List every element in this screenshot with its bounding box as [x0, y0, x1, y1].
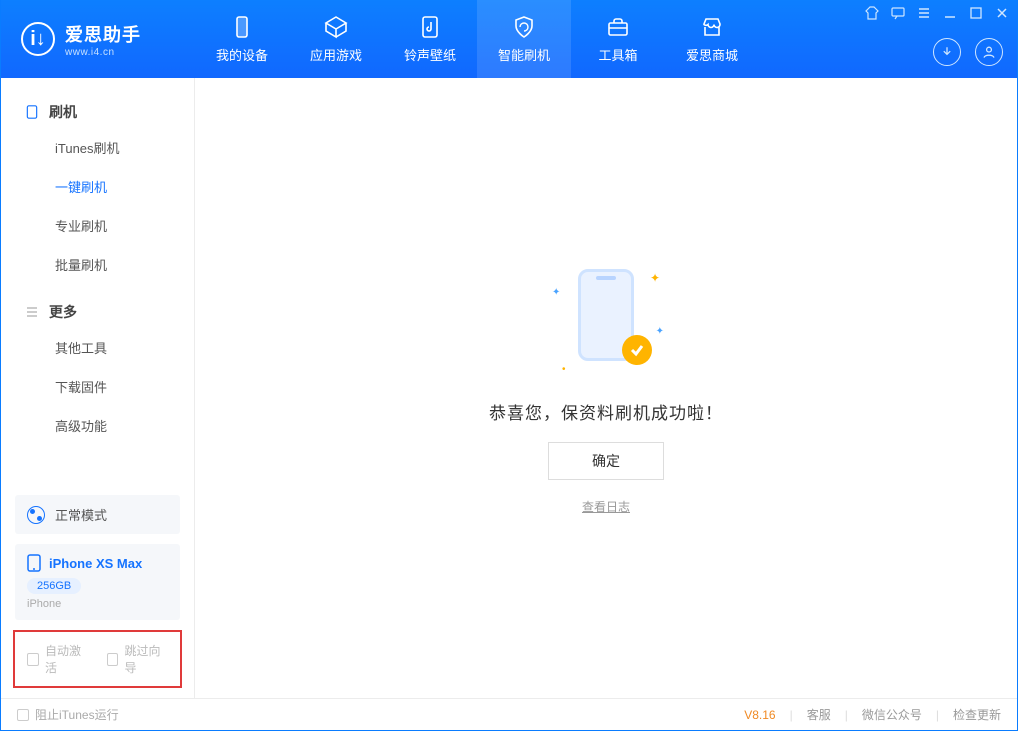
tab-label: 工具箱	[598, 45, 637, 64]
sidebar-head-label: 更多	[49, 302, 77, 322]
tab-apps-games[interactable]: 应用游戏	[289, 0, 383, 78]
download-button[interactable]	[933, 38, 961, 66]
shirt-icon[interactable]	[865, 6, 879, 20]
device-card[interactable]: iPhone XS Max 256GB iPhone	[15, 544, 180, 620]
sidebar-item-advanced[interactable]: 高级功能	[1, 406, 194, 445]
tab-my-device[interactable]: 我的设备	[195, 0, 289, 78]
window-controls	[865, 6, 1009, 20]
sidebar-head-flash: 刷机	[1, 96, 194, 128]
checkbox-box	[17, 709, 29, 721]
tab-label: 铃声壁纸	[404, 45, 456, 64]
checkbox-label: 自动激活	[45, 642, 89, 676]
logo-zone: i↓ 爱思助手 www.i4.cn	[1, 0, 195, 78]
sparkle-icon: •	[562, 364, 566, 375]
tab-store[interactable]: 爱思商城	[665, 0, 759, 78]
customer-service-link[interactable]: 客服	[807, 706, 831, 723]
wechat-link[interactable]: 微信公众号	[862, 706, 922, 723]
logo-text: 爱思助手 www.i4.cn	[65, 21, 141, 58]
checkbox-box	[27, 653, 39, 666]
success-illustration: ✦ ✦ ✦ •	[546, 261, 666, 381]
checkbox-box	[107, 653, 119, 666]
main-pane: ✦ ✦ ✦ • 恭喜您，保资料刷机成功啦！ 确定 查看日志	[195, 78, 1017, 698]
ok-button[interactable]: 确定	[548, 442, 664, 480]
device-name: iPhone XS Max	[49, 556, 142, 571]
device-type: iPhone	[27, 598, 168, 610]
checkbox-skip-guide[interactable]: 跳过向导	[107, 642, 169, 676]
app-name: 爱思助手	[65, 21, 141, 47]
success-message: 恭喜您，保资料刷机成功啦！	[489, 399, 723, 424]
mode-icon	[27, 506, 45, 524]
check-badge-icon	[622, 335, 652, 365]
mode-card[interactable]: 正常模式	[15, 495, 180, 534]
phone-icon	[230, 15, 254, 39]
sidebar-item-batch-flash[interactable]: 批量刷机	[1, 245, 194, 284]
sidebar-item-other-tools[interactable]: 其他工具	[1, 328, 194, 367]
app-url: www.i4.cn	[65, 47, 141, 58]
sparkle-icon: ✦	[552, 287, 560, 298]
header-right-actions	[933, 38, 1003, 66]
checkbox-label: 跳过向导	[124, 642, 168, 676]
menu-icon[interactable]	[917, 6, 931, 20]
sparkle-icon: ✦	[656, 326, 664, 337]
toolbox-icon	[606, 15, 630, 39]
sidebar-item-download-fw[interactable]: 下载固件	[1, 367, 194, 406]
tab-smart-flash[interactable]: 智能刷机	[477, 0, 571, 78]
store-icon	[700, 15, 724, 39]
sparkle-icon: ✦	[650, 271, 660, 285]
minimize-button[interactable]	[943, 6, 957, 20]
sidebar-bottom: 正常模式 iPhone XS Max 256GB iPhone 自动激活	[1, 495, 194, 698]
cube-icon	[324, 15, 348, 39]
maximize-button[interactable]	[969, 6, 983, 20]
account-button[interactable]	[975, 38, 1003, 66]
sidebar-item-pro-flash[interactable]: 专业刷机	[1, 206, 194, 245]
sidebar-head-more: 更多	[1, 296, 194, 328]
sidebar-item-itunes-flash[interactable]: iTunes刷机	[1, 128, 194, 167]
version-label: V8.16	[744, 708, 775, 722]
checkbox-block-itunes[interactable]: 阻止iTunes运行	[17, 706, 119, 723]
sidebar-section-flash: 刷机 iTunes刷机 一键刷机 专业刷机 批量刷机	[1, 96, 194, 296]
tab-label: 智能刷机	[498, 45, 550, 64]
tab-ringtone-wallpaper[interactable]: 铃声壁纸	[383, 0, 477, 78]
header: i↓ 爱思助手 www.i4.cn 我的设备 应用游戏 铃声壁纸 智能刷机	[1, 0, 1017, 78]
tab-label: 我的设备	[216, 45, 268, 64]
mode-label: 正常模式	[55, 505, 107, 524]
app-window: i↓ 爱思助手 www.i4.cn 我的设备 应用游戏 铃声壁纸 智能刷机	[0, 0, 1018, 731]
device-capacity: 256GB	[27, 578, 81, 594]
phone-icon	[27, 554, 41, 572]
footer-right: V8.16 | 客服 | 微信公众号 | 检查更新	[744, 706, 1001, 723]
check-update-link[interactable]: 检查更新	[953, 706, 1001, 723]
feedback-icon[interactable]	[891, 6, 905, 20]
device-icon	[25, 105, 39, 119]
list-icon	[25, 305, 39, 319]
footer: 阻止iTunes运行 V8.16 | 客服 | 微信公众号 | 检查更新	[1, 698, 1017, 730]
tab-label: 应用游戏	[310, 45, 362, 64]
sidebar-head-label: 刷机	[49, 102, 77, 122]
checkbox-label: 阻止iTunes运行	[35, 706, 119, 723]
checkbox-auto-activate[interactable]: 自动激活	[27, 642, 89, 676]
body: 刷机 iTunes刷机 一键刷机 专业刷机 批量刷机 更多 其他工具 下载固件 …	[1, 78, 1017, 698]
shield-refresh-icon	[512, 15, 536, 39]
nav-tabs: 我的设备 应用游戏 铃声壁纸 智能刷机 工具箱 爱思商城	[195, 0, 759, 78]
tab-label: 爱思商城	[686, 45, 738, 64]
close-button[interactable]	[995, 6, 1009, 20]
options-row: 自动激活 跳过向导	[13, 630, 182, 688]
tab-toolbox[interactable]: 工具箱	[571, 0, 665, 78]
music-file-icon	[418, 15, 442, 39]
sidebar-item-onekey-flash[interactable]: 一键刷机	[1, 167, 194, 206]
view-log-link[interactable]: 查看日志	[582, 498, 630, 515]
sidebar-section-more: 更多 其他工具 下载固件 高级功能	[1, 296, 194, 457]
app-logo-icon: i↓	[21, 22, 55, 56]
sidebar: 刷机 iTunes刷机 一键刷机 专业刷机 批量刷机 更多 其他工具 下载固件 …	[1, 78, 195, 698]
